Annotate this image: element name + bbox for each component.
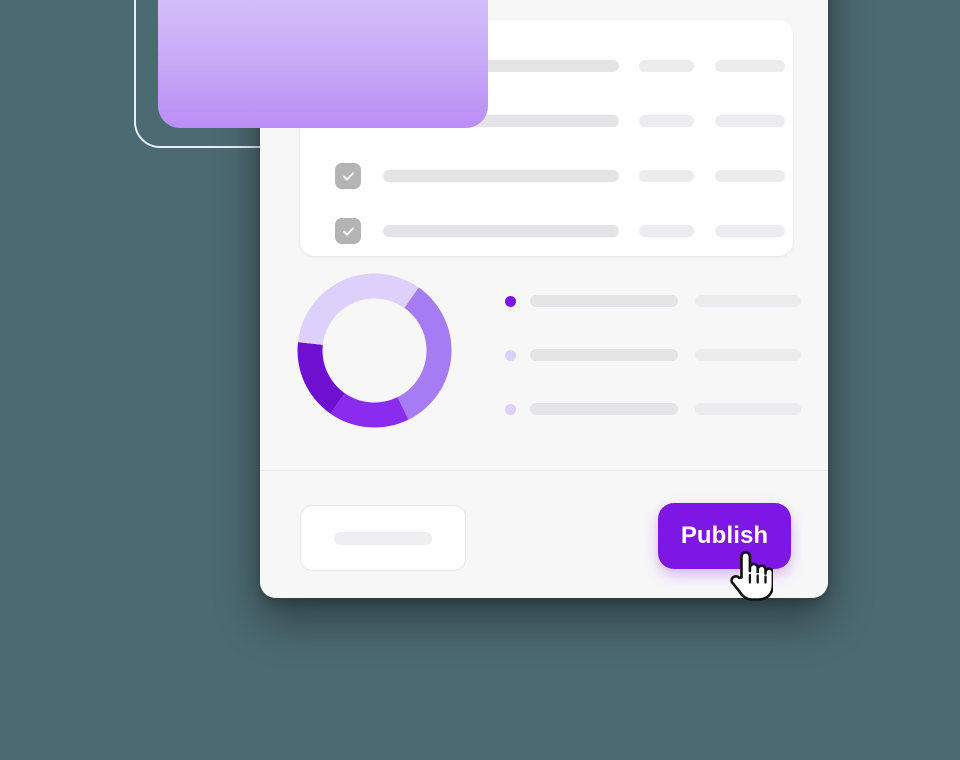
skeleton-bar-secondary [639,115,694,127]
skeleton-bar-secondary [639,225,694,237]
publish-button[interactable]: Publish [658,503,791,569]
stage: Publish [0,0,960,760]
table-row[interactable] [300,163,793,189]
row-checkbox[interactable] [335,163,361,189]
legend-color-dot [505,349,516,361]
skeleton-bar-tertiary [715,225,785,237]
check-icon [342,171,354,181]
secondary-button-label-skeleton [334,531,432,545]
row-checkbox[interactable] [335,218,361,244]
donut-chart [297,273,452,428]
donut-slice[interactable] [297,273,419,345]
donut-slice[interactable] [397,287,452,420]
mountain-image-icon [158,0,488,128]
donut-slice[interactable] [297,342,345,414]
skeleton-bar-tertiary [715,170,785,182]
chart-legend [505,295,801,415]
legend-value-skeleton [695,403,801,415]
legend-item[interactable] [505,349,801,361]
legend-label-skeleton [530,349,678,361]
secondary-button[interactable] [300,505,466,571]
table-row[interactable] [300,218,793,244]
legend-color-dot [505,403,516,415]
skeleton-bar-tertiary [715,115,785,127]
skeleton-bar-secondary [639,170,694,182]
image-placeholder-card [158,0,488,128]
legend-color-dot [505,295,516,307]
legend-item[interactable] [505,295,801,307]
legend-value-skeleton [695,295,801,307]
check-icon [342,226,354,236]
legend-value-skeleton [695,349,801,361]
skeleton-bar-secondary [639,60,694,72]
donut-slices [297,273,452,428]
legend-item[interactable] [505,403,801,415]
skeleton-bar-primary [383,170,619,182]
skeleton-bar-tertiary [715,60,785,72]
legend-label-skeleton [530,403,678,415]
donut-chart-svg [297,273,452,428]
legend-label-skeleton [530,295,678,307]
donut-slice[interactable] [330,393,409,428]
skeleton-bar-primary [383,225,619,237]
